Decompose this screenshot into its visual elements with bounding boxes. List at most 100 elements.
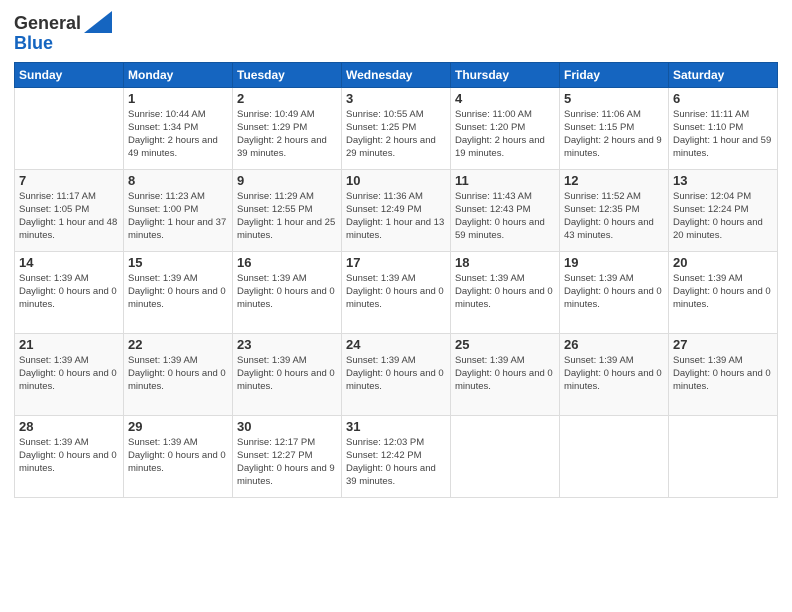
calendar-cell: 5 Sunrise: 11:06 AM Sunset: 1:15 PM Dayli… bbox=[560, 87, 669, 169]
day-info: Sunrise: 11:06 AM Sunset: 1:15 PM Daylig… bbox=[564, 108, 664, 161]
calendar-table: SundayMondayTuesdayWednesdayThursdayFrid… bbox=[14, 62, 778, 498]
day-info: Sunrise: 12:03 PM Sunset: 12:42 PM Dayli… bbox=[346, 436, 446, 489]
day-info: Sunset: 1:39 AM Daylight: 0 hours and 0 … bbox=[673, 272, 773, 312]
calendar-cell: 19 Sunset: 1:39 AM Daylight: 0 hours and … bbox=[560, 251, 669, 333]
page: General Blue SundayMondayTuesdayWednesda… bbox=[0, 0, 792, 612]
day-number: 31 bbox=[346, 419, 446, 434]
day-number: 19 bbox=[564, 255, 664, 270]
calendar-cell: 3 Sunrise: 10:55 AM Sunset: 1:25 PM Dayli… bbox=[342, 87, 451, 169]
calendar-cell: 26Sunset: 1:39 AM Daylight: 0 hours and … bbox=[560, 333, 669, 415]
calendar-cell: 24Sunset: 1:39 AM Daylight: 0 hours and … bbox=[342, 333, 451, 415]
day-number: 4 bbox=[455, 91, 555, 106]
calendar-week-0: 1 Sunrise: 10:44 AM Sunset: 1:34 PM Dayli… bbox=[15, 87, 778, 169]
day-info: Sunrise: 11:29 AM Sunset: 12:55 PM Dayli… bbox=[237, 190, 337, 243]
calendar-cell: 16 Sunset: 1:39 AM Daylight: 0 hours and … bbox=[233, 251, 342, 333]
day-info: Sunset: 1:39 AM Daylight: 0 hours and 0 … bbox=[564, 272, 664, 312]
day-number: 16 bbox=[237, 255, 337, 270]
calendar-cell: 18 Sunset: 1:39 AM Daylight: 0 hours and … bbox=[451, 251, 560, 333]
day-number: 13 bbox=[673, 173, 773, 188]
day-info: Sunrise: 11:17 AM Sunset: 1:05 PM Daylig… bbox=[19, 190, 119, 243]
calendar-cell: 21Sunset: 1:39 AM Daylight: 0 hours and … bbox=[15, 333, 124, 415]
calendar-cell: 11 Sunrise: 11:43 AM Sunset: 12:43 PM Day… bbox=[451, 169, 560, 251]
day-info: Sunrise: 11:11 AM Sunset: 1:10 PM Daylig… bbox=[673, 108, 773, 161]
calendar-week-2: 14 Sunset: 1:39 AM Daylight: 0 hours and … bbox=[15, 251, 778, 333]
day-number: 11 bbox=[455, 173, 555, 188]
day-info: Sunrise: 12:04 PM Sunset: 12:24 PM Dayli… bbox=[673, 190, 773, 243]
day-info: Sunrise: 11:00 AM Sunset: 1:20 PM Daylig… bbox=[455, 108, 555, 161]
day-number: 3 bbox=[346, 91, 446, 106]
calendar-cell: 7 Sunrise: 11:17 AM Sunset: 1:05 PM Dayli… bbox=[15, 169, 124, 251]
day-info: Sunrise: 11:36 AM Sunset: 12:49 PM Dayli… bbox=[346, 190, 446, 243]
day-info: Sunset: 1:39 AM Daylight: 0 hours and 0 … bbox=[19, 354, 119, 394]
day-number: 17 bbox=[346, 255, 446, 270]
day-info: Sunset: 1:39 AM Daylight: 0 hours and 0 … bbox=[346, 272, 446, 312]
calendar-cell bbox=[669, 415, 778, 497]
calendar-cell: 31 Sunrise: 12:03 PM Sunset: 12:42 PM Day… bbox=[342, 415, 451, 497]
day-info: Sunrise: 10:44 AM Sunset: 1:34 PM Daylig… bbox=[128, 108, 228, 161]
day-number: 5 bbox=[564, 91, 664, 106]
day-info: Sunset: 1:39 AM Daylight: 0 hours and 0 … bbox=[128, 272, 228, 312]
calendar-week-1: 7 Sunrise: 11:17 AM Sunset: 1:05 PM Dayli… bbox=[15, 169, 778, 251]
calendar-header-row: SundayMondayTuesdayWednesdayThursdayFrid… bbox=[15, 62, 778, 87]
day-number: 10 bbox=[346, 173, 446, 188]
day-number: 1 bbox=[128, 91, 228, 106]
calendar-cell bbox=[451, 415, 560, 497]
day-number: 25 bbox=[455, 337, 555, 352]
day-number: 2 bbox=[237, 91, 337, 106]
calendar-week-4: 28 Sunset: 1:39 AM Daylight: 0 hours and … bbox=[15, 415, 778, 497]
day-number: 14 bbox=[19, 255, 119, 270]
logo-text-line1: General bbox=[14, 14, 81, 34]
col-header-thursday: Thursday bbox=[451, 62, 560, 87]
day-number: 28 bbox=[19, 419, 119, 434]
day-number: 9 bbox=[237, 173, 337, 188]
calendar-cell bbox=[15, 87, 124, 169]
day-number: 6 bbox=[673, 91, 773, 106]
calendar-cell: 10 Sunrise: 11:36 AM Sunset: 12:49 PM Day… bbox=[342, 169, 451, 251]
calendar-cell: 20 Sunset: 1:39 AM Daylight: 0 hours and … bbox=[669, 251, 778, 333]
calendar-cell: 27 Sunset: 1:39 AM Daylight: 0 hours and … bbox=[669, 333, 778, 415]
calendar-cell: 14Sunset: 1:39 AM Daylight: 0 hours and … bbox=[15, 251, 124, 333]
calendar-cell: 15 Sunset: 1:39 AM Daylight: 0 hours and … bbox=[124, 251, 233, 333]
day-info: Sunrise: 10:49 AM Sunset: 1:29 PM Daylig… bbox=[237, 108, 337, 161]
calendar-cell: 4 Sunrise: 11:00 AM Sunset: 1:20 PM Dayli… bbox=[451, 87, 560, 169]
day-number: 27 bbox=[673, 337, 773, 352]
calendar-cell: 22 Sunset: 1:39 AM Daylight: 0 hours and … bbox=[124, 333, 233, 415]
day-number: 7 bbox=[19, 173, 119, 188]
day-info: Sunrise: 11:43 AM Sunset: 12:43 PM Dayli… bbox=[455, 190, 555, 243]
calendar-cell: 30 Sunrise: 12:17 PM Sunset: 12:27 PM Day… bbox=[233, 415, 342, 497]
col-header-friday: Friday bbox=[560, 62, 669, 87]
day-info: Sunrise: 12:17 PM Sunset: 12:27 PM Dayli… bbox=[237, 436, 337, 489]
calendar-cell: 28Sunset: 1:39 AM Daylight: 0 hours and … bbox=[15, 415, 124, 497]
calendar-cell bbox=[560, 415, 669, 497]
day-info: Sunrise: 10:55 AM Sunset: 1:25 PM Daylig… bbox=[346, 108, 446, 161]
day-info: Sunset: 1:39 AM Daylight: 0 hours and 0 … bbox=[128, 436, 228, 476]
calendar-cell: 13 Sunrise: 12:04 PM Sunset: 12:24 PM Day… bbox=[669, 169, 778, 251]
day-number: 26 bbox=[564, 337, 664, 352]
day-number: 20 bbox=[673, 255, 773, 270]
logo-icon bbox=[84, 11, 112, 33]
calendar-cell: 23Sunset: 1:39 AM Daylight: 0 hours and … bbox=[233, 333, 342, 415]
calendar-cell: 9 Sunrise: 11:29 AM Sunset: 12:55 PM Dayl… bbox=[233, 169, 342, 251]
day-info: Sunrise: 11:23 AM Sunset: 1:00 PM Daylig… bbox=[128, 190, 228, 243]
day-number: 8 bbox=[128, 173, 228, 188]
day-info: Sunset: 1:39 AM Daylight: 0 hours and 0 … bbox=[237, 354, 337, 394]
day-number: 18 bbox=[455, 255, 555, 270]
calendar-cell: 25Sunset: 1:39 AM Daylight: 0 hours and … bbox=[451, 333, 560, 415]
logo: General Blue bbox=[14, 14, 112, 54]
calendar-cell: 29Sunset: 1:39 AM Daylight: 0 hours and … bbox=[124, 415, 233, 497]
col-header-monday: Monday bbox=[124, 62, 233, 87]
day-number: 15 bbox=[128, 255, 228, 270]
logo-text-line2: Blue bbox=[14, 33, 53, 53]
day-info: Sunset: 1:39 AM Daylight: 0 hours and 0 … bbox=[346, 354, 446, 394]
calendar-cell: 17 Sunset: 1:39 AM Daylight: 0 hours and … bbox=[342, 251, 451, 333]
col-header-wednesday: Wednesday bbox=[342, 62, 451, 87]
day-info: Sunset: 1:39 AM Daylight: 0 hours and 0 … bbox=[673, 354, 773, 394]
day-info: Sunrise: 11:52 AM Sunset: 12:35 PM Dayli… bbox=[564, 190, 664, 243]
header: General Blue bbox=[14, 10, 778, 54]
day-info: Sunset: 1:39 AM Daylight: 0 hours and 0 … bbox=[128, 354, 228, 394]
day-info: Sunset: 1:39 AM Daylight: 0 hours and 0 … bbox=[455, 272, 555, 312]
day-info: Sunset: 1:39 AM Daylight: 0 hours and 0 … bbox=[237, 272, 337, 312]
day-number: 22 bbox=[128, 337, 228, 352]
day-number: 30 bbox=[237, 419, 337, 434]
col-header-tuesday: Tuesday bbox=[233, 62, 342, 87]
